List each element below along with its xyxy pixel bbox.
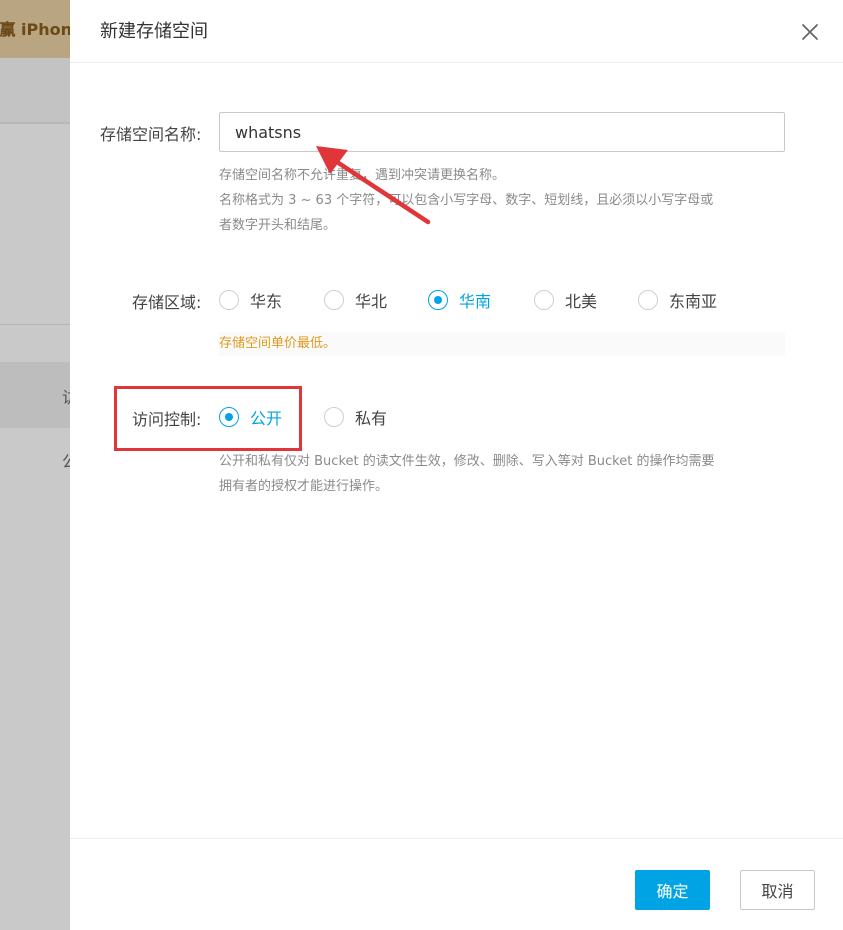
create-bucket-dialog: 新建存储空间 存储空间名称: 存储空间名称不允许重复，遇到冲突请更换名称。 名称… [70, 0, 843, 930]
dialog-footer: 确定 取消 [70, 838, 843, 930]
radio-circle [324, 290, 344, 310]
region-option-south-china[interactable]: 华南 [428, 288, 491, 312]
dialog-header: 新建存储空间 [70, 0, 843, 63]
access-control-help: 公开和私有仅对 Bucket 的读文件生效，修改、删除、写入等对 Bucket … [219, 449, 789, 499]
background-divider [0, 324, 70, 325]
help-line: 名称格式为 3 ~ 63 个字符，可以包含小写字母、数字、短划线，且必须以小写字… [219, 193, 714, 208]
background-row-highlight [0, 362, 70, 428]
region-note: 存储空间单价最低。 [219, 332, 785, 356]
radio-circle-checked [219, 407, 239, 427]
radio-circle [219, 290, 239, 310]
confirm-button[interactable]: 确定 [635, 870, 710, 910]
radio-label: 华北 [355, 292, 388, 311]
help-line: 公开和私有仅对 Bucket 的读文件生效，修改、删除、写入等对 Bucket … [219, 454, 715, 469]
dialog-title: 新建存储空间 [100, 21, 208, 42]
radio-circle [638, 290, 658, 310]
radio-label: 东南亚 [669, 292, 718, 311]
access-option-private[interactable]: 私有 [324, 405, 387, 429]
region-option-southeast-asia[interactable]: 东南亚 [638, 288, 717, 312]
radio-label: 私有 [355, 409, 388, 428]
background-banner: 会赢 iPhon [0, 0, 70, 58]
close-icon [802, 24, 818, 40]
radio-circle [324, 407, 344, 427]
radio-label: 华南 [459, 292, 492, 311]
access-control-label: 访问控制: [132, 410, 202, 429]
radio-label: 北美 [565, 292, 598, 311]
close-button[interactable] [798, 20, 822, 44]
help-line: 存储空间名称不允许重复，遇到冲突请更换名称。 [219, 168, 506, 183]
help-line: 拥有者的授权才能进行操作。 [219, 479, 389, 494]
radio-label: 华东 [250, 292, 283, 311]
region-label: 存储区域: [132, 293, 202, 312]
radio-label: 公开 [250, 409, 283, 428]
help-line: 者数字开头和结尾。 [219, 218, 337, 233]
cancel-button[interactable]: 取消 [740, 870, 815, 910]
region-option-north-america[interactable]: 北美 [534, 288, 597, 312]
region-option-east-china[interactable]: 华东 [219, 288, 282, 312]
region-option-north-china[interactable]: 华北 [324, 288, 387, 312]
radio-circle-checked [428, 290, 448, 310]
background-band [0, 58, 70, 124]
bucket-name-label: 存储空间名称: [100, 125, 202, 144]
access-option-public[interactable]: 公开 [219, 405, 282, 429]
radio-circle [534, 290, 554, 310]
bucket-name-input[interactable] [219, 112, 785, 152]
bucket-name-help: 存储空间名称不允许重复，遇到冲突请更换名称。 名称格式为 3 ~ 63 个字符，… [219, 163, 789, 238]
background-banner-text: 会赢 iPhon [0, 20, 70, 39]
